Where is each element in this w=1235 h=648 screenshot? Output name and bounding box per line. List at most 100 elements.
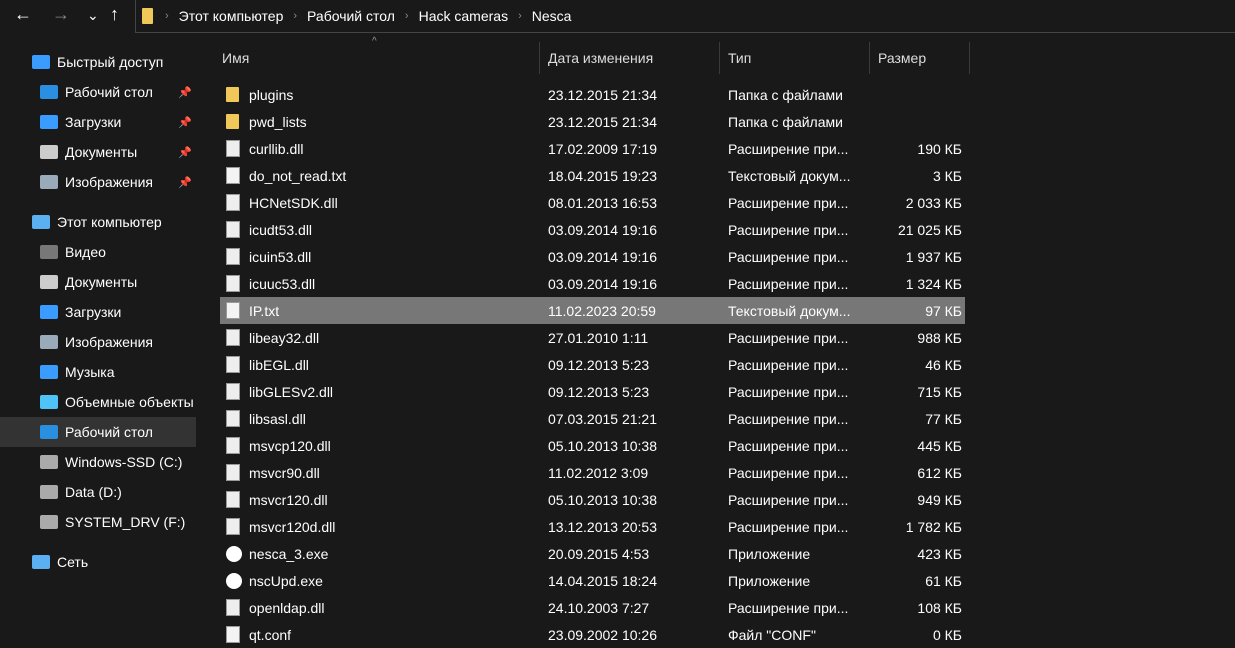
network-icon — [32, 555, 50, 569]
sidebar-item[interactable]: Рабочий стол 📌 — [0, 77, 196, 107]
file-icon — [226, 626, 240, 643]
chevron-right-icon[interactable]: › — [293, 10, 297, 22]
file-date: 11.02.2023 20:59 — [548, 302, 656, 319]
file-date: 27.01.2010 1:11 — [548, 329, 649, 346]
file-type: Расширение при... — [728, 518, 849, 535]
column-header-date[interactable]: Дата изменения — [540, 42, 720, 74]
sidebar-item[interactable]: Изображения 📌 — [0, 167, 196, 197]
dll-icon — [226, 248, 240, 265]
file-row[interactable]: do_not_read.txt 18.04.2015 19:23 Текстовый… — [220, 162, 965, 189]
column-header-size[interactable]: Размер — [870, 42, 970, 74]
file-row[interactable]: icuuc53.dll 03.09.2014 19:16 Расширение пр… — [220, 270, 965, 297]
sidebar-item-label: Изображения — [65, 174, 153, 190]
breadcrumb-item[interactable]: Этот компьютер — [179, 8, 284, 24]
file-row[interactable]: libEGL.dll 09.12.2013 5:23 Расширение при.… — [220, 351, 965, 378]
sidebar-item[interactable]: Data (D:) — [0, 477, 196, 507]
breadcrumb-item[interactable]: Рабочий стол — [307, 8, 395, 24]
file-size: 0 КБ — [932, 626, 962, 643]
sidebar-item[interactable]: Документы 📌 — [0, 137, 196, 167]
file-row[interactable]: msvcr120.dll 05.10.2013 10:38 Расширение п… — [220, 486, 965, 513]
sidebar-item[interactable]: Рабочий стол — [0, 417, 196, 447]
dll-icon — [226, 491, 240, 508]
pin-icon[interactable]: 📌 — [178, 86, 192, 99]
file-row[interactable]: HCNetSDK.dll 08.01.2013 16:53 Расширение п… — [220, 189, 965, 216]
file-name: icuuc53.dll — [249, 275, 316, 292]
sidebar-item[interactable]: Документы — [0, 267, 196, 297]
file-row[interactable]: nesca_3.exe 20.09.2015 4:53 Приложение 423 … — [220, 540, 965, 567]
column-header-type[interactable]: Тип — [720, 42, 870, 74]
dll-icon — [226, 221, 240, 238]
file-size: 21 025 КБ — [897, 221, 962, 238]
file-row[interactable]: IP.txt 11.02.2023 20:59 Текстовый докум...… — [220, 297, 965, 324]
file-row[interactable]: libeay32.dll 27.01.2010 1:11 Расширение пр… — [220, 324, 965, 351]
file-size: 1 324 КБ — [905, 275, 962, 292]
chevron-right-icon[interactable]: › — [405, 10, 409, 22]
file-row[interactable]: icuin53.dll 03.09.2014 19:16 Расширение пр… — [220, 243, 965, 270]
document-icon — [40, 275, 58, 289]
file-type: Папка с файлами — [728, 86, 843, 103]
sidebar-item-label: Data (D:) — [65, 484, 122, 500]
file-row[interactable]: icudt53.dll 03.09.2014 19:16 Расширение пр… — [220, 216, 965, 243]
file-icon — [226, 302, 240, 319]
forward-button[interactable]: → — [52, 4, 70, 25]
file-name: openldap.dll — [249, 599, 325, 616]
file-date: 13.12.2013 20:53 — [548, 518, 657, 535]
sidebar-item[interactable]: Этот компьютер — [0, 207, 196, 237]
sidebar-item-label: Музыка — [65, 364, 115, 380]
address-bar[interactable]: › Этот компьютер › Рабочий стол › Hack camera… — [135, 0, 1235, 33]
file-row[interactable]: curllib.dll 17.02.2009 17:19 Расширение пр… — [220, 135, 965, 162]
up-button[interactable]: ↑ — [110, 4, 119, 25]
file-date: 23.09.2002 10:26 — [548, 626, 657, 643]
sidebar-item[interactable]: Объемные объекты — [0, 387, 196, 417]
sidebar-item[interactable]: Windows-SSD (C:) — [0, 447, 196, 477]
file-name: nscUpd.exe — [249, 572, 323, 589]
sidebar-item[interactable]: Сеть — [0, 547, 196, 577]
sidebar-item[interactable]: SYSTEM_DRV (F:) — [0, 507, 196, 537]
sidebar-item[interactable]: Быстрый доступ — [0, 47, 196, 77]
file-row[interactable]: libGLESv2.dll 09.12.2013 5:23 Расширение п… — [220, 378, 965, 405]
file-name: plugins — [249, 86, 294, 103]
file-name: HCNetSDK.dll — [249, 194, 338, 211]
file-row[interactable]: pwd_lists 23.12.2015 21:34 Папка с файлами — [220, 108, 965, 135]
sidebar-item[interactable]: Изображения — [0, 327, 196, 357]
drive-icon — [40, 515, 58, 529]
pin-icon[interactable]: 📌 — [178, 176, 192, 189]
folder-icon — [226, 87, 239, 102]
pin-icon[interactable]: 📌 — [178, 146, 192, 159]
file-size: 1 782 КБ — [905, 518, 962, 535]
chevron-right-icon[interactable]: › — [165, 10, 169, 22]
sidebar-item[interactable]: Загрузки 📌 — [0, 107, 196, 137]
navigation-pane: Быстрый доступ Рабочий стол 📌 Загрузки 📌 Доку… — [0, 34, 196, 636]
file-row[interactable]: openldap.dll 24.10.2003 7:27 Расширение пр… — [220, 594, 965, 621]
sidebar-item[interactable]: Музыка — [0, 357, 196, 387]
file-date: 17.02.2009 17:19 — [548, 140, 657, 157]
file-row[interactable]: qt.conf 23.09.2002 10:26 Файл "CONF" 0 КБ — [220, 621, 965, 648]
sidebar-item[interactable]: Загрузки — [0, 297, 196, 327]
file-size: 715 КБ — [917, 383, 962, 400]
dll-icon — [226, 140, 240, 157]
file-row[interactable]: msvcp120.dll 05.10.2013 10:38 Расширение п… — [220, 432, 965, 459]
file-date: 23.12.2015 21:34 — [548, 113, 657, 130]
breadcrumb-item[interactable]: Hack cameras — [419, 8, 508, 24]
dll-icon — [226, 464, 240, 481]
file-name: msvcr90.dll — [249, 464, 320, 481]
sidebar-item-label: SYSTEM_DRV (F:) — [65, 514, 186, 530]
file-size: 988 КБ — [917, 329, 962, 346]
file-name: libeay32.dll — [249, 329, 320, 346]
back-button[interactable]: ← — [14, 4, 32, 25]
file-type: Расширение при... — [728, 599, 849, 616]
file-row[interactable]: libsasl.dll 07.03.2015 21:21 Расширение пр… — [220, 405, 965, 432]
file-row[interactable]: nscUpd.exe 14.04.2015 18:24 Приложение 61 К… — [220, 567, 965, 594]
file-row[interactable]: plugins 23.12.2015 21:34 Папка с файлами — [220, 81, 965, 108]
file-row[interactable]: msvcr120d.dll 13.12.2013 20:53 Расширение … — [220, 513, 965, 540]
file-type: Папка с файлами — [728, 113, 843, 130]
chevron-right-icon[interactable]: › — [518, 10, 522, 22]
column-header-name[interactable]: Имя — [214, 42, 540, 74]
pin-icon[interactable]: 📌 — [178, 116, 192, 129]
file-row[interactable]: msvcr90.dll 11.02.2012 3:09 Расширение при… — [220, 459, 965, 486]
sidebar-item-label: Рабочий стол — [65, 424, 153, 440]
dll-icon — [226, 275, 240, 292]
breadcrumb-item[interactable]: Nesca — [532, 8, 572, 24]
sidebar-item[interactable]: Видео — [0, 237, 196, 267]
recent-locations-button[interactable]: ⌄ — [87, 7, 99, 24]
